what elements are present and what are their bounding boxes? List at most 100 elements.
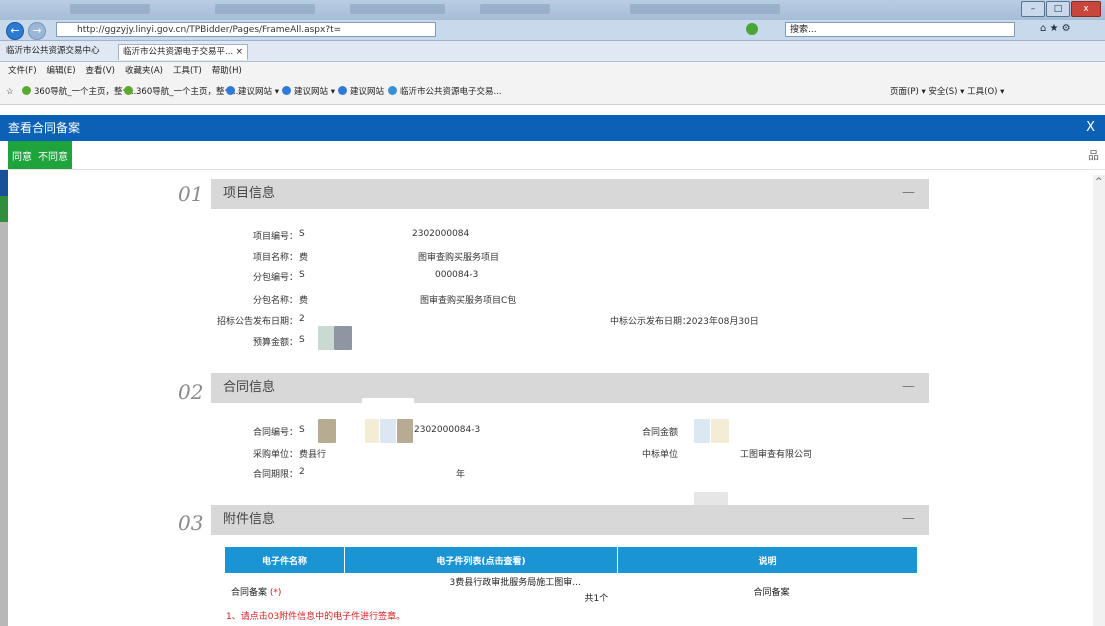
agree-button[interactable]: 同意 [12,148,32,163]
refresh-icon[interactable] [746,23,758,35]
address-input[interactable]: http://ggzyjy.linyi.gov.cn/TPBidder/Page… [56,22,436,37]
table-cell: 3费县行政审批服务局施工图审... 共1个 [345,573,618,609]
blurred-window-tab [630,4,780,14]
favorite-link[interactable]: 360导航_一个主页，整个... [22,80,139,104]
field-label: 项目名称： [252,253,298,263]
field-value: 图审查购买服务项目 [418,253,500,263]
attachment-name: 合同备案 [231,587,268,598]
left-strip [0,170,8,626]
field-label: 分包编号： [252,273,298,283]
field-label: 招标公告发布日期： [216,317,298,327]
address-bar-row: ← → http://ggzyjy.linyi.gov.cn/TPBidder/… [0,20,1105,41]
field-value: S [299,335,305,345]
field-value: 费 [299,296,309,306]
table-header: 说明 [617,547,917,573]
field-label: 采购单位： [252,450,298,460]
section-header-project[interactable]: 项目信息 — [211,179,929,209]
favorite-label: 建议网站 ▾ [238,87,279,97]
dialog-toolbar: 同意 不同意 品 [0,141,1105,170]
field-value: 年 [456,470,466,480]
scrollbar[interactable]: ^ [1093,175,1105,626]
table-header: 电子件名称 [225,547,345,573]
field-label: 中标公示发布日期： [610,317,692,327]
redaction-block [694,419,710,443]
dialog-close-button[interactable]: X [1086,115,1095,141]
favorite-link[interactable]: 建议网站 ▾ [282,80,335,104]
menu-bar: 文件(F) 编辑(E) 查看(V) 收藏夹(A) 工具(T) 帮助(H) [0,62,1105,80]
favorite-label: 建议网站 [350,87,385,97]
field-value: 费县行 [299,450,327,460]
menu-edit[interactable]: 编辑(E) [47,62,76,80]
left-strip-green [0,196,8,222]
close-window-button[interactable]: x [1071,1,1101,17]
collapse-icon[interactable]: — [902,179,915,207]
menu-favorites[interactable]: 收藏夹(A) [125,62,163,80]
section-number: 01 [178,182,204,206]
disagree-button[interactable]: 不同意 [38,148,68,163]
blurred-window-tab [215,4,315,14]
menu-help[interactable]: 帮助(H) [212,62,242,80]
browser-tabs: 临沂市公共资源交易中心 临沂市公共资源电子交易平... × [0,41,1105,62]
favorite-label: 建议网站 ▾ [294,87,335,97]
attachment-file-link[interactable]: 3费县行政审批服务局施工图审... [450,575,581,588]
field-value: S [299,270,305,280]
table-row: 合同备案 (*) 3费县行政审批服务局施工图审... 共1个 合同备案 [225,573,917,609]
field-label: 分包名称： [252,296,298,306]
favorite-link[interactable]: 建议网站 [338,80,384,104]
minimize-button[interactable]: – [1021,1,1045,17]
required-mark: (*) [269,587,282,598]
favorite-link[interactable]: 建议网站 ▾ [226,80,279,104]
collapse-icon[interactable]: — [902,505,915,533]
favorite-link[interactable]: 临沂市公共资源电子交易... [388,80,502,104]
blurred-window-tab [480,4,550,14]
redaction-block [365,419,379,443]
favorite-label: 临沂市公共资源电子交易... [400,87,502,97]
field-label: 合同期限： [252,470,298,480]
field-value: 图审查购买服务项目C包 [420,296,517,306]
favorite-link[interactable]: 360导航_一个主页，整个... [124,80,241,104]
left-strip-blue [0,170,8,196]
scroll-up-icon[interactable]: ^ [1095,177,1103,187]
field-label: 合同金额 [642,428,679,438]
field-value: 000084-3 [435,270,479,280]
forward-icon[interactable]: → [28,22,46,40]
redaction-block [380,419,396,443]
table-cell: 合同备案 [753,587,790,598]
redaction-block [397,419,413,443]
home-icon[interactable]: ⌂ ★ ⚙ [1040,23,1071,34]
redaction-block [362,398,414,412]
menu-view[interactable]: 查看(V) [86,62,115,80]
section-header-contract[interactable]: 合同信息 — [211,373,929,403]
favorites-star-icon[interactable]: ☆ [6,80,14,104]
section-title: 合同信息 [223,380,276,395]
back-icon[interactable]: ← [6,22,24,40]
field-value: 2023年08月30日 [686,317,759,327]
command-bar[interactable]: 页面(P) ▾ 安全(S) ▾ 工具(O) ▾ [890,80,1004,104]
redaction-block [334,326,352,350]
table-cell: 合同备案 (*) [225,573,345,609]
field-value: 2 [299,314,305,324]
dialog-titlebar: 查看合同备案 X [0,115,1105,141]
field-value: 工图审查有限公司 [740,450,813,460]
menu-file[interactable]: 文件(F) [8,62,37,80]
favorites-bar: ☆ 360导航_一个主页，整个... 360导航_一个主页，整个... 建议网站… [0,80,1105,105]
table-header: 电子件列表(点击查看) [344,547,618,573]
field-label: 项目编号： [252,232,298,242]
field-value: S [299,425,305,435]
section-header-attachments[interactable]: 附件信息 — [211,505,929,535]
dialog-title: 查看合同备案 [8,121,81,135]
attachment-table: 电子件名称 电子件列表(点击查看) 说明 合同备案 (*) 3费县行政审批服务局… [225,547,917,609]
action-bar: 同意 不同意 [8,141,72,169]
maximize-button[interactable]: □ [1046,1,1070,17]
sitemap-icon[interactable]: 品 [1088,147,1099,163]
browser-tab-active[interactable]: 临沂市公共资源电子交易平... × [118,44,248,60]
collapse-icon[interactable]: — [902,373,915,401]
field-value: 费 [299,253,309,263]
browser-tab[interactable]: 临沂市公共资源交易中心 [2,44,104,59]
window-controls: – □ x [1021,1,1101,17]
field-value: 2302000084-3 [414,425,481,435]
menu-tools[interactable]: 工具(T) [173,62,202,80]
attachment-count: 共1个 [584,594,609,604]
window-titlebar: – □ x [0,0,1105,20]
search-input[interactable]: 搜索... [785,22,1015,37]
